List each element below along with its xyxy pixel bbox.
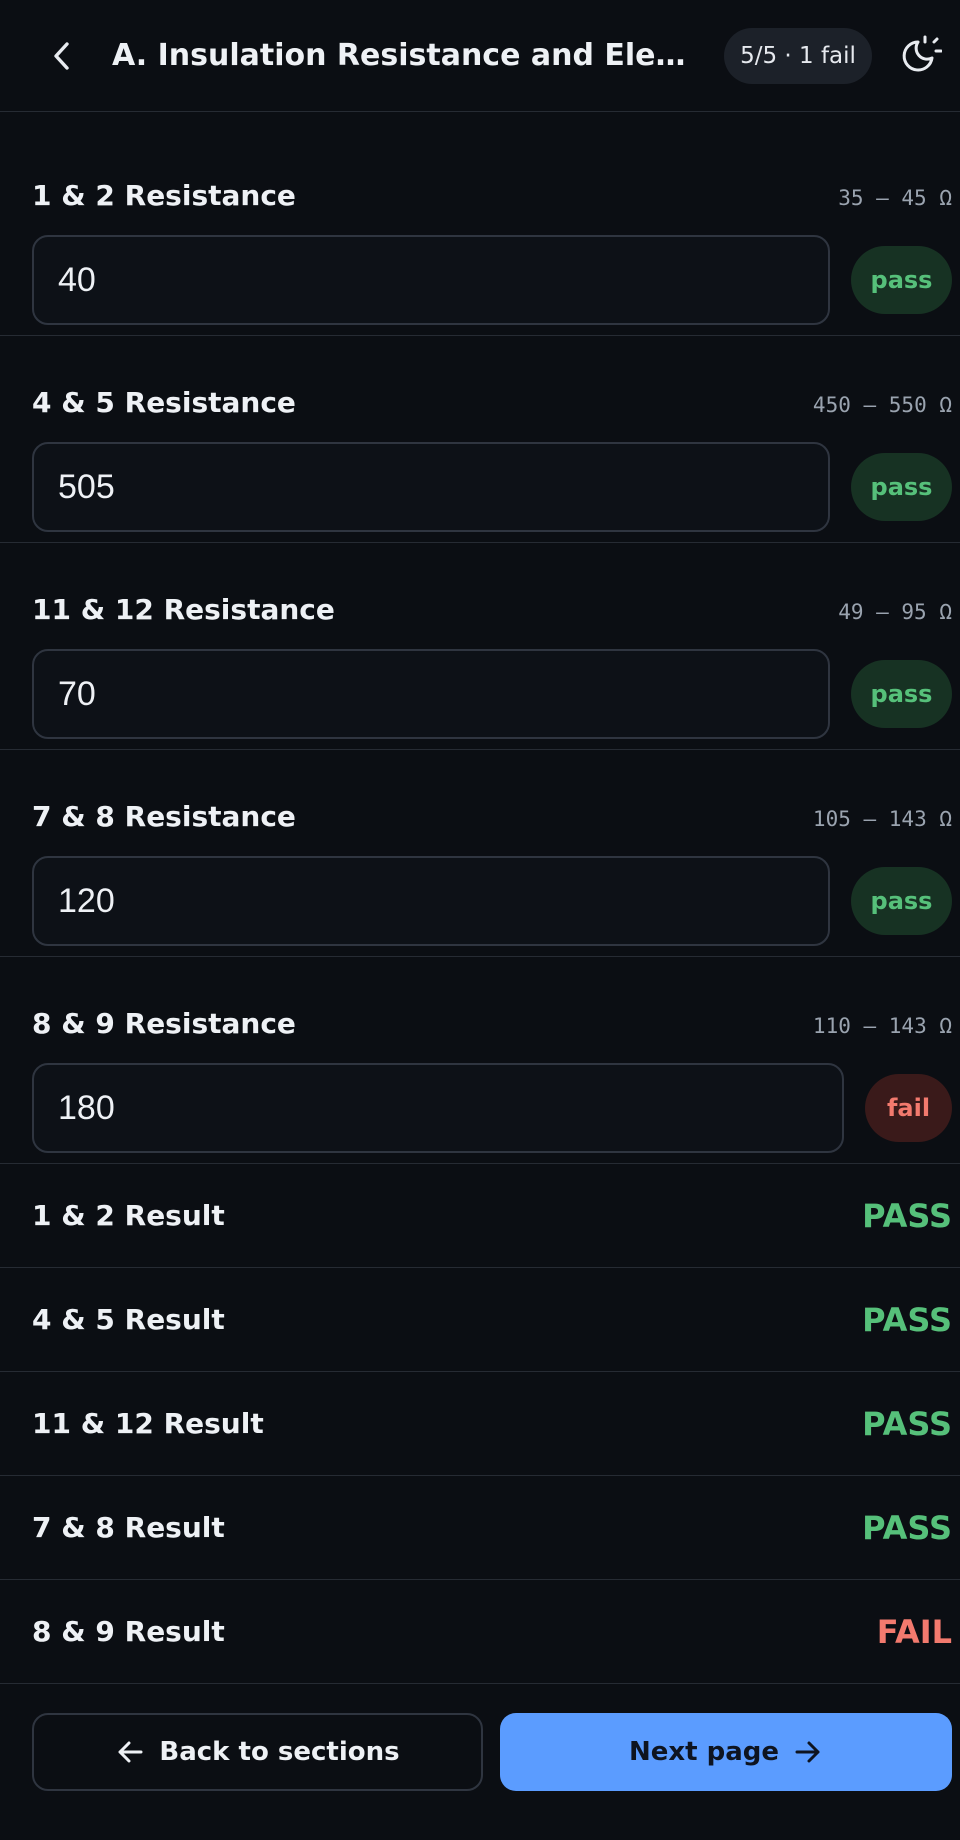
measurement-label: 7 & 8 Resistance <box>32 800 296 833</box>
status-badge: pass <box>851 867 952 935</box>
next-page-button[interactable]: Next page <box>500 1713 952 1791</box>
back-to-sections-label: Back to sections <box>159 1737 400 1767</box>
result-row: 8 & 9 Result FAIL <box>0 1580 960 1684</box>
measurement-range: 49 – 95 Ω <box>838 600 952 624</box>
result-label: 7 & 8 Result <box>32 1511 225 1544</box>
measurement-input[interactable]: 505 <box>32 442 830 532</box>
measurement-input[interactable]: 120 <box>32 856 830 946</box>
arrow-left-icon <box>115 1737 145 1767</box>
measurement-label: 8 & 9 Resistance <box>32 1007 296 1040</box>
chevron-left-icon[interactable] <box>44 36 80 76</box>
measurement-range: 35 – 45 Ω <box>838 186 952 210</box>
measurement-label: 11 & 12 Resistance <box>32 593 335 626</box>
result-value: PASS <box>862 1197 952 1235</box>
measurement-input[interactable]: 40 <box>32 235 830 325</box>
result-value: PASS <box>862 1405 952 1443</box>
measurement-input[interactable]: 180 <box>32 1063 844 1153</box>
result-row: 11 & 12 Result PASS <box>0 1372 960 1476</box>
measurement-label: 4 & 5 Resistance <box>32 386 296 419</box>
measurement-label: 1 & 2 Resistance <box>32 179 296 212</box>
result-label: 4 & 5 Result <box>32 1303 225 1336</box>
page: A. Insulation Resistance and Electrical … <box>0 0 960 1840</box>
measurement-row: 8 & 9 Resistance 110 – 143 Ω 180 fail <box>0 957 960 1164</box>
result-label: 11 & 12 Result <box>32 1407 264 1440</box>
status-badge: pass <box>851 453 952 521</box>
next-page-label: Next page <box>628 1737 780 1767</box>
status-badge: pass <box>851 246 952 314</box>
result-label: 8 & 9 Result <box>32 1615 225 1648</box>
arrow-right-icon <box>793 1737 823 1767</box>
page-title: A. Insulation Resistance and Electrical … <box>112 38 702 73</box>
result-row: 1 & 2 Result PASS <box>0 1164 960 1268</box>
measurement-range: 450 – 550 Ω <box>812 393 952 417</box>
result-value: FAIL <box>876 1613 952 1651</box>
result-value: PASS <box>862 1301 952 1339</box>
measurement-input[interactable]: 70 <box>32 649 830 739</box>
measurement-range: 105 – 143 Ω <box>812 807 952 831</box>
header: A. Insulation Resistance and Electrical … <box>0 0 960 112</box>
result-row: 4 & 5 Result PASS <box>0 1268 960 1372</box>
theme-toggle-icon[interactable] <box>896 34 944 78</box>
result-row: 7 & 8 Result PASS <box>0 1476 960 1580</box>
measurement-range: 110 – 143 Ω <box>812 1014 952 1038</box>
result-label: 1 & 2 Result <box>32 1199 225 1232</box>
result-value: PASS <box>862 1509 952 1547</box>
status-badge: 5/5 · 1 fail <box>724 28 872 84</box>
back-to-sections-button[interactable]: Back to sections <box>32 1713 483 1791</box>
measurement-row: 7 & 8 Resistance 105 – 143 Ω 120 pass <box>0 750 960 957</box>
measurement-row: 4 & 5 Resistance 450 – 550 Ω 505 pass <box>0 336 960 543</box>
measurement-row: 1 & 2 Resistance 35 – 45 Ω 40 pass <box>0 129 960 336</box>
measurement-row: 11 & 12 Resistance 49 – 95 Ω 70 pass <box>0 543 960 750</box>
status-badge: pass <box>851 660 952 728</box>
status-badge: fail <box>865 1074 952 1142</box>
